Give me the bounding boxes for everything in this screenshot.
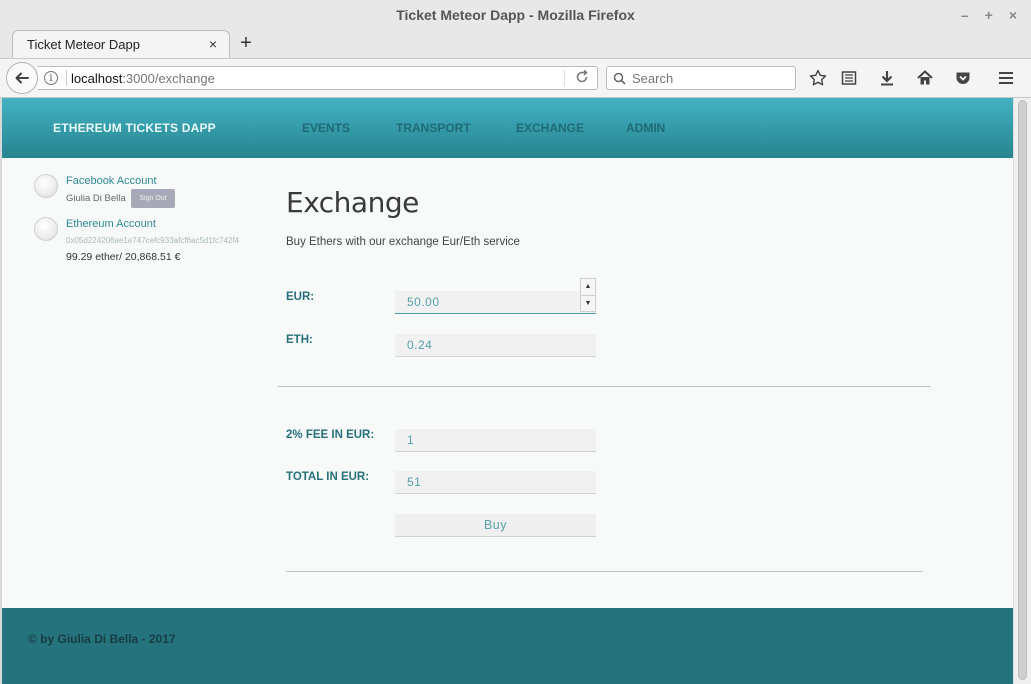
page-scrollbar[interactable] [1013, 98, 1031, 684]
browser-tab[interactable]: Ticket Meteor Dapp × [12, 30, 230, 58]
facebook-user-name: Giulia Di Bella [66, 193, 126, 204]
nav-item-events[interactable]: EVENTS [302, 121, 350, 135]
buy-button[interactable]: Buy [395, 514, 596, 537]
ethereum-account-link[interactable]: Ethereum Account [66, 218, 156, 230]
home-icon[interactable] [915, 68, 935, 88]
close-window-icon[interactable]: × [1009, 7, 1017, 23]
search-placeholder: Search [632, 70, 674, 86]
ethereum-avatar [34, 217, 58, 241]
page-title: Exchange [286, 186, 419, 219]
eur-label: EUR: [286, 291, 315, 303]
nav-item-admin[interactable]: ADMIN [626, 121, 665, 135]
minimize-icon[interactable]: – [961, 7, 969, 23]
pocket-icon[interactable] [953, 68, 973, 88]
maximize-icon[interactable]: + [985, 7, 993, 23]
brand-link[interactable]: ETHEREUM TICKETS DAPP [53, 121, 216, 135]
app-header: ETHEREUM TICKETS DAPP EVENTS TRANSPORT E… [2, 98, 1013, 158]
url-path: :3000/exchange [122, 70, 215, 86]
account-balance: 99.29 ether/ 20,868.51 € [66, 251, 181, 263]
url-bar[interactable]: i localhost:3000/exchange [38, 66, 598, 90]
reading-list-icon[interactable] [839, 68, 859, 88]
total-label: TOTAL IN EUR: [286, 471, 370, 483]
eth-output: 0.24 [395, 334, 596, 357]
window-title: Ticket Meteor Dapp - Mozilla Firefox [396, 7, 635, 23]
nav-item-exchange[interactable]: EXCHANGE [516, 121, 584, 135]
section-divider [278, 386, 931, 387]
eth-label: ETH: [286, 334, 313, 346]
search-input[interactable]: Search [606, 66, 796, 90]
back-button[interactable] [6, 62, 38, 94]
reload-icon[interactable] [575, 69, 589, 87]
site-info-icon[interactable]: i [44, 71, 58, 85]
tab-strip: Ticket Meteor Dapp × + [0, 30, 1031, 58]
window-controls: – + × [961, 7, 1017, 23]
total-output: 51 [395, 471, 596, 494]
browser-navbar: i localhost:3000/exchange Search [0, 58, 1031, 98]
ethereum-address: 0x05d224206ae1e747cefc933afcf6ac5d1fc742… [66, 236, 240, 245]
nav-item-transport[interactable]: TRANSPORT [396, 121, 471, 135]
url-text[interactable]: localhost:3000/exchange [71, 71, 215, 86]
facebook-avatar [34, 174, 58, 198]
sign-out-button[interactable]: Sign Out [131, 189, 175, 208]
bookmark-star-icon[interactable] [808, 68, 828, 88]
scrollbar-thumb[interactable] [1018, 100, 1027, 680]
back-arrow-icon [15, 72, 29, 84]
page-footer: © by Giulia Di Bella - 2017 [2, 608, 1013, 684]
reload-separator [564, 70, 565, 86]
new-tab-button[interactable]: + [236, 32, 256, 55]
fee-output: 1 [395, 429, 596, 452]
eur-input[interactable]: 50.00 [395, 291, 596, 314]
page-viewport: ETHEREUM TICKETS DAPP EVENTS TRANSPORT E… [2, 98, 1013, 684]
eur-stepper[interactable]: ▲ ▼ [580, 278, 596, 312]
tab-close-icon[interactable]: × [209, 36, 217, 52]
window-titlebar: Ticket Meteor Dapp - Mozilla Firefox – +… [0, 0, 1031, 30]
footer-copyright: © by Giulia Di Bella - 2017 [28, 632, 176, 646]
exchange-description: Buy Ethers with our exchange Eur/Eth ser… [286, 236, 520, 248]
fee-label: 2% FEE IN EUR: [286, 429, 375, 441]
facebook-account-link[interactable]: Facebook Account [66, 175, 157, 187]
tab-title: Ticket Meteor Dapp [27, 37, 140, 52]
url-host: localhost [71, 70, 123, 86]
download-icon[interactable] [877, 68, 897, 88]
stepper-up-icon[interactable]: ▲ [581, 279, 595, 295]
url-separator [66, 70, 67, 86]
menu-hamburger-icon[interactable] [996, 68, 1016, 88]
bottom-divider [286, 571, 923, 572]
stepper-down-icon[interactable]: ▼ [581, 294, 595, 312]
search-icon [613, 72, 626, 85]
